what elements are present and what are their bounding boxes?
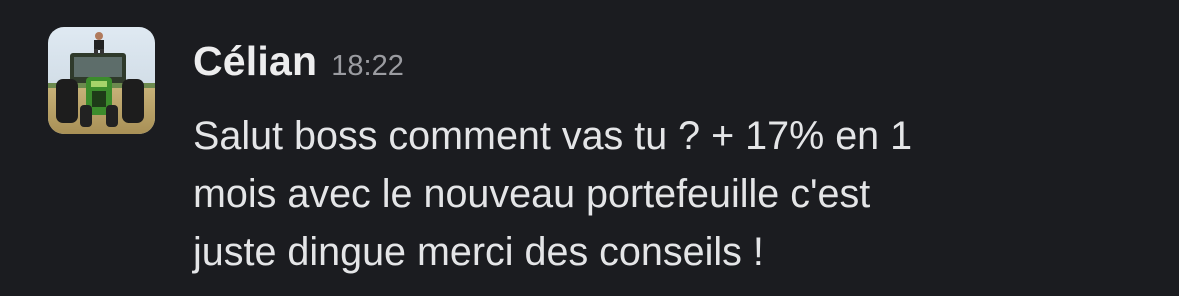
message-line: Salut boss comment vas tu ? + 17% en 1 bbox=[193, 114, 913, 158]
chat-message: Célian 18:22 Salut boss comment vas tu ?… bbox=[0, 0, 1179, 296]
message-text: Salut boss comment vas tu ? + 17% en 1 mo… bbox=[193, 107, 1153, 281]
message-line: mois avec le nouveau portefeuille c'est bbox=[193, 172, 871, 216]
author-name[interactable]: Célian bbox=[193, 33, 317, 89]
profile-photo-tractor-icon bbox=[48, 27, 155, 134]
avatar[interactable] bbox=[48, 27, 155, 134]
message-line: juste dingue merci des conseils ! bbox=[193, 230, 764, 274]
timestamp[interactable]: 18:22 bbox=[331, 38, 404, 94]
message-header: Célian 18:22 bbox=[193, 33, 404, 89]
